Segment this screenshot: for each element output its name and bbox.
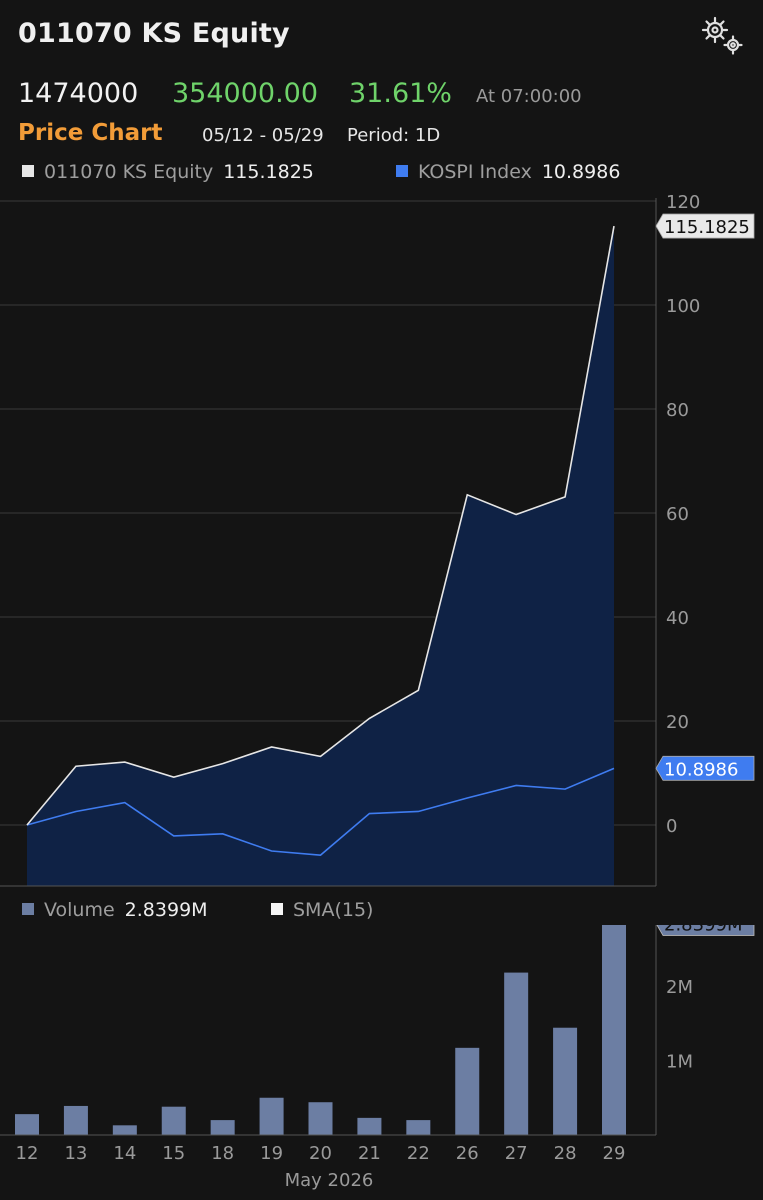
volume-bar	[602, 925, 626, 1135]
volume-bar	[455, 1047, 480, 1135]
volume-bar	[553, 1027, 578, 1135]
y-tick-label: 80	[666, 400, 689, 421]
chart-title: Price Chart	[18, 120, 163, 146]
volume-chart[interactable]: 1M 2M 12 13 14 15 18 19 20 21 22 26 27 28 29 May 2026 2.…	[0, 925, 763, 1195]
y-tick-label: 40	[666, 608, 689, 629]
x-tick-label: 13	[64, 1143, 87, 1164]
volume-bar	[112, 1125, 137, 1135]
y-tick-label: 2M	[666, 977, 693, 998]
price-chart[interactable]: 0 20 40 60 80 100 120 115.1825 10.8986	[0, 190, 763, 890]
legend-sma-name: SMA(15)	[293, 899, 374, 921]
x-tick-label: 14	[113, 1143, 136, 1164]
legend-equity[interactable]: 011070 KS Equity 115.1825	[22, 161, 314, 183]
volume-bar	[210, 1120, 235, 1135]
legend-swatch-sma	[271, 902, 283, 915]
x-tick-label: 18	[211, 1143, 234, 1164]
volume-bar	[259, 1097, 284, 1135]
legend-index[interactable]: KOSPI Index 10.8986	[396, 161, 620, 183]
x-tick-label: 26	[456, 1143, 479, 1164]
legend-index-value: 10.8986	[541, 161, 621, 183]
x-tick-label: 20	[309, 1143, 332, 1164]
x-tick-label: 21	[358, 1143, 381, 1164]
legend-swatch-index	[396, 164, 408, 177]
x-tick-label: 15	[162, 1143, 185, 1164]
legend-equity-value: 115.1825	[223, 161, 314, 183]
period-selector[interactable]: Period: 1D	[347, 125, 440, 146]
x-tick-label: 12	[16, 1143, 39, 1164]
volume-bar	[357, 1117, 382, 1135]
volume-bar	[161, 1106, 186, 1135]
index-last-tag-label: 10.8986	[664, 759, 738, 780]
time-label: At 07:00:00	[476, 86, 582, 107]
y-tick-label: 1M	[666, 1052, 693, 1073]
legend-equity-name: 011070 KS Equity	[44, 161, 214, 183]
volume-bar	[504, 972, 529, 1135]
volume-bar	[63, 1105, 88, 1135]
security-title: 011070 KS Equity	[18, 18, 290, 49]
legend-volume-name: Volume	[44, 899, 115, 921]
y-tick-label: 60	[666, 504, 689, 525]
x-tick-label: 27	[505, 1143, 528, 1164]
x-tick-label: 29	[603, 1143, 626, 1164]
x-tick-label: 28	[554, 1143, 577, 1164]
legend-volume-value: 2.8399M	[124, 899, 208, 921]
gear-icon[interactable]	[698, 14, 746, 58]
legend-index-name: KOSPI Index	[418, 161, 532, 183]
legend-sma[interactable]: SMA(15)	[271, 899, 383, 921]
volume-bar	[15, 1114, 39, 1135]
x-tick-label: 22	[407, 1143, 430, 1164]
x-tick-label: 19	[260, 1143, 283, 1164]
volume-last-tag-label: 2.8399M	[664, 925, 743, 935]
y-tick-label: 0	[666, 816, 677, 837]
volume-bar	[406, 1120, 431, 1135]
volume-bar	[308, 1102, 333, 1135]
y-tick-label: 120	[666, 192, 700, 213]
equity-last-tag-label: 115.1825	[664, 217, 750, 238]
price-change-pct: 31.61%	[349, 78, 452, 109]
legend-swatch-equity	[22, 164, 34, 177]
y-tick-label: 20	[666, 712, 689, 733]
date-range[interactable]: 05/12 - 05/29	[202, 125, 324, 146]
x-axis-label: May 2026	[285, 1170, 374, 1191]
legend-volume[interactable]: Volume 2.8399M	[22, 899, 208, 921]
last-price: 1474000	[18, 78, 139, 109]
price-change: 354000.00	[172, 78, 319, 109]
y-tick-label: 100	[666, 296, 700, 317]
legend-swatch-volume	[22, 902, 34, 915]
